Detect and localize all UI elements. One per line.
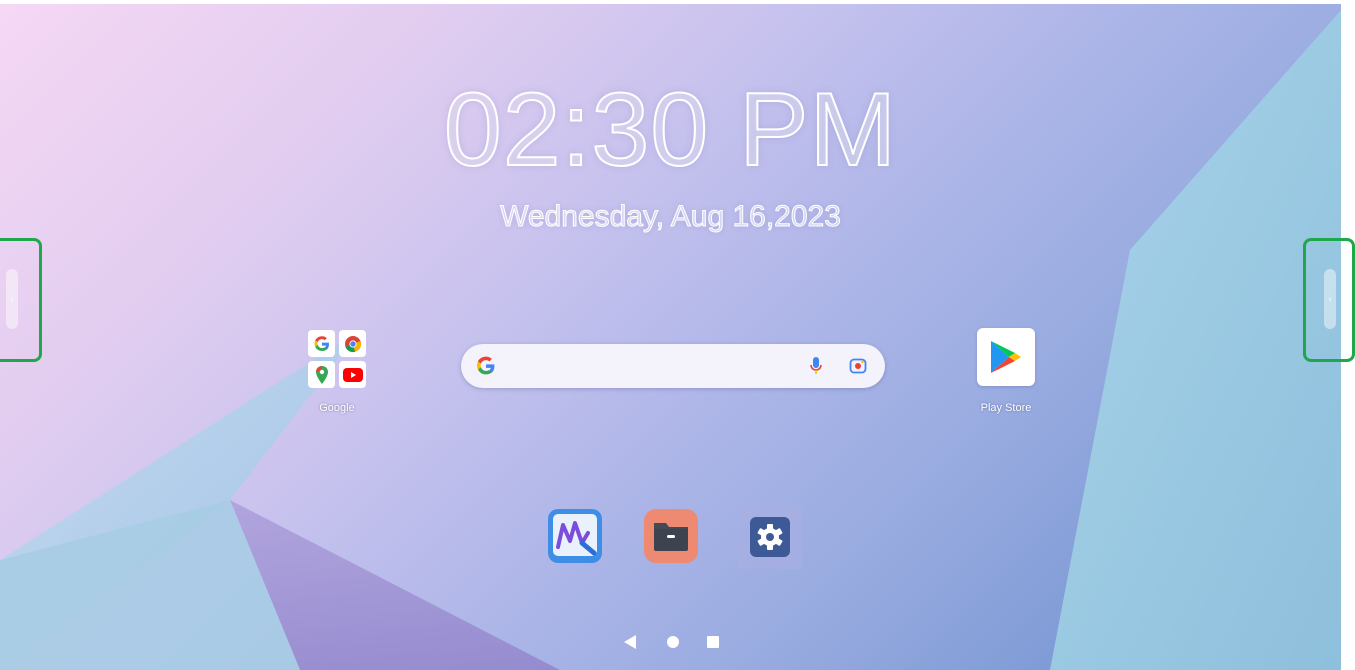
microphone-icon[interactable] <box>809 356 823 381</box>
home-screen: 02:30 PM Wednesday, Aug 16,2023 › ‹ Goog… <box>0 0 1355 670</box>
google-logo-icon <box>474 354 498 383</box>
recents-button[interactable] <box>707 632 719 652</box>
google-folder[interactable] <box>306 328 368 390</box>
lens-camera-icon[interactable] <box>849 357 867 380</box>
back-button[interactable] <box>624 632 636 652</box>
file-manager-app[interactable] <box>642 507 700 565</box>
screen-top-bezel <box>0 0 1355 4</box>
recents-icon <box>707 636 719 648</box>
chrome-icon <box>339 330 366 357</box>
settings-app[interactable] <box>738 505 802 569</box>
back-icon <box>624 635 636 649</box>
play-store-app[interactable] <box>977 328 1035 386</box>
maps-icon <box>308 361 335 388</box>
google-search-bar[interactable] <box>461 344 885 388</box>
play-store-icon <box>991 341 1021 373</box>
settings-icon <box>750 517 790 557</box>
google-icon <box>308 330 335 357</box>
home-button[interactable] <box>666 632 680 652</box>
chevron-left-icon[interactable]: ‹ <box>1324 269 1336 329</box>
right-sidebar-handle[interactable]: ‹ <box>1303 238 1355 362</box>
chevron-right-icon[interactable]: › <box>6 269 18 329</box>
play-store-label: Play Store <box>980 402 1032 414</box>
youtube-icon <box>339 361 366 388</box>
google-folder-label: Google <box>319 402 355 414</box>
left-sidebar-handle[interactable]: › <box>0 238 42 362</box>
clock-date: Wednesday, Aug 16,2023 <box>500 200 842 234</box>
clock-time: 02:30 PM <box>443 72 898 188</box>
whiteboard-app[interactable] <box>546 507 604 565</box>
home-icon <box>667 636 679 648</box>
file-manager-icon <box>644 509 698 563</box>
whiteboard-app-icon <box>548 509 602 563</box>
